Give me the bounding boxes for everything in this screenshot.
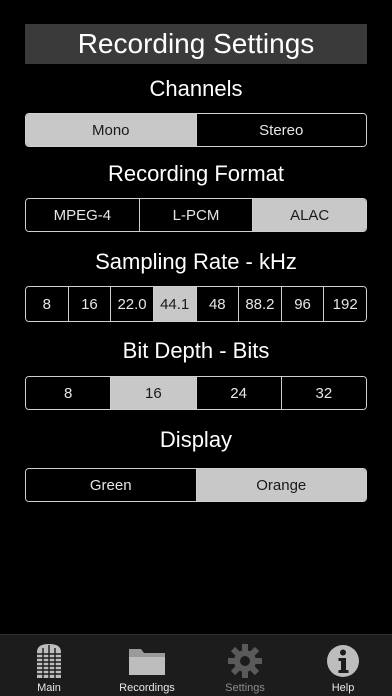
sampling-control: 8 16 22.0 44.1 48 88.2 96 192 [25,286,367,322]
folder-icon [127,642,167,680]
format-control: MPEG-4 L-PCM ALAC [25,198,367,232]
sampling-option-16[interactable]: 16 [67,287,111,321]
sampling-option-96[interactable]: 96 [280,287,324,321]
format-option-alac[interactable]: ALAC [252,199,366,231]
channels-label: Channels [149,76,243,101]
page-title: Recording Settings [25,24,367,64]
format-label: Recording Format [107,161,285,186]
bitdepth-option-24[interactable]: 24 [195,377,281,409]
tab-label: Main [37,682,61,694]
bitdepth-option-16[interactable]: 16 [110,377,196,409]
channels-option-mono[interactable]: Mono [26,114,196,146]
format-option-mpeg4[interactable]: MPEG-4 [26,199,139,231]
sampling-option-192[interactable]: 192 [323,287,366,321]
sampling-option-88[interactable]: 88.2 [238,287,281,321]
bitdepth-label: Bit Depth - Bits [122,338,270,363]
info-icon [323,642,363,680]
microphone-icon [29,642,69,680]
tab-label: Settings [225,682,265,694]
channels-option-stereo[interactable]: Stereo [195,114,366,146]
gear-icon [225,642,265,680]
tab-help[interactable]: Help [294,635,392,696]
display-control: Green Orange [25,468,367,502]
tab-settings[interactable]: Settings [196,635,294,696]
tab-label: Recordings [119,682,175,694]
sampling-label: Sampling Rate - kHz [95,249,297,274]
channels-control: Mono Stereo [25,113,367,147]
format-option-lpcm[interactable]: L-PCM [138,199,253,231]
bitdepth-option-8[interactable]: 8 [26,377,111,409]
sampling-option-48[interactable]: 48 [195,287,239,321]
tab-label: Help [331,682,355,694]
sampling-option-22[interactable]: 22.0 [110,287,153,321]
tab-recordings[interactable]: Recordings [98,635,196,696]
display-option-orange[interactable]: Orange [195,469,366,501]
tab-main[interactable]: Main [0,635,98,696]
bitdepth-control: 8 16 24 32 [25,376,367,410]
sampling-option-8[interactable]: 8 [26,287,68,321]
display-option-green[interactable]: Green [26,469,196,501]
display-label: Display [159,427,233,452]
bitdepth-option-32[interactable]: 32 [280,377,366,409]
tab-bar: Main Recordings Settings Help [0,634,392,696]
sampling-option-44[interactable]: 44.1 [152,287,196,321]
